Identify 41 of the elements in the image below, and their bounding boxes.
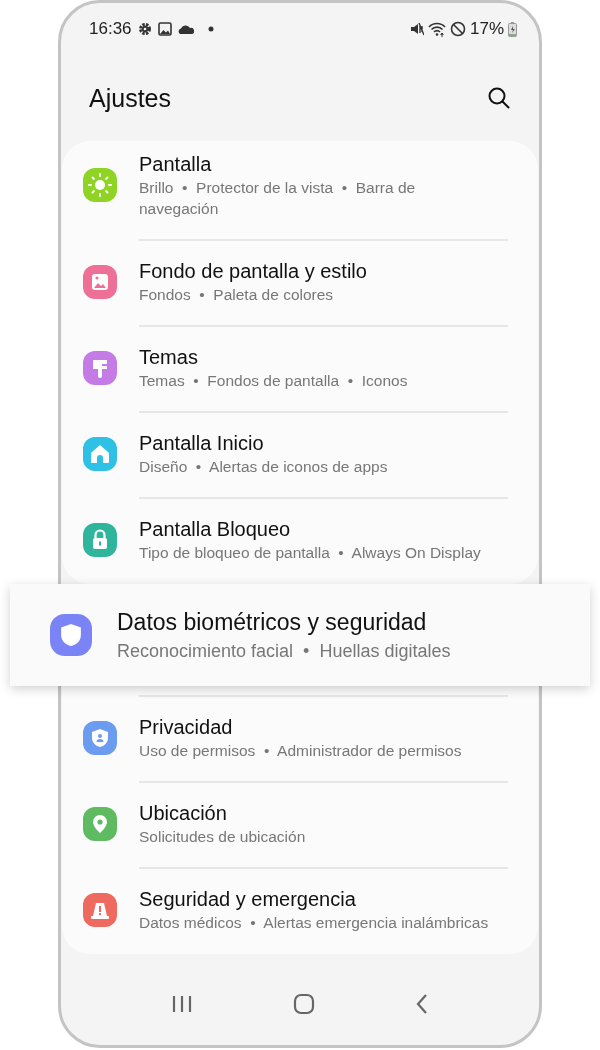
settings-item[interactable]: Pantalla Bloqueo Tipo de bloqueo de pantalla • Always On Display [62, 498, 538, 584]
settings-item[interactable]: Ubicación Solicitudes de ubicación [62, 782, 538, 868]
settings-item[interactable]: Seguridad y emergencia Datos médicos • Alertas emergencia inalámbricas [62, 868, 538, 954]
item-title: Seguridad y emergencia [139, 887, 357, 912]
highlighted-settings-item[interactable]: Datos biométricos y seguridad Reconocimiento facial • Huellas digitales [10, 584, 590, 686]
item-title: Datos biométricos y seguridad [117, 607, 428, 637]
wifi-icon [427, 21, 446, 37]
dot-icon [207, 26, 214, 32]
item-subtitle: Reconocimiento facial • Huellas digitales [117, 639, 451, 663]
back-icon[interactable] [415, 993, 429, 1015]
settings-item[interactable]: Temas Temas • Fondos de pantalla • Iconos [62, 326, 538, 412]
do-not-disturb-icon [449, 21, 466, 37]
item-title: Privacidad [139, 715, 234, 740]
item-subtitle: Uso de permisos • Administrador de permisos [139, 741, 463, 761]
settings-item[interactable]: Fondo de pantalla y estilo Fondos • Paleta de colores [62, 240, 538, 326]
item-title: Temas [139, 345, 199, 370]
item-subtitle: Temas • Fondos de pantalla • Iconos [139, 371, 409, 391]
item-subtitle: Fondos • Paleta de colores [139, 285, 335, 305]
image-icon [157, 22, 172, 36]
status-time: 16:36 [89, 19, 132, 39]
item-subtitle: Brillo • Protector de la vista • Barra de navegación [139, 178, 417, 219]
item-title: Pantalla [139, 152, 213, 177]
settings-item[interactable]: Privacidad Uso de permisos • Administrador de permisos [62, 696, 538, 782]
item-subtitle: Diseño • Alertas de iconos de apps [139, 457, 389, 477]
settings-item[interactable]: Pantalla Brillo • Protector de la vista • Barra de navegación [62, 141, 538, 240]
battery-percent: 17% [469, 19, 504, 39]
item-title: Ubicación [139, 801, 228, 826]
settings-item[interactable]: Pantalla Inicio Diseño • Alertas de iconos de apps [62, 412, 538, 498]
mute-icon [409, 22, 424, 36]
cloud-icon [177, 24, 194, 34]
item-subtitle: Solicitudes de ubicación [139, 827, 307, 847]
home-icon[interactable] [293, 993, 315, 1015]
item-title: Fondo de pantalla y estilo [139, 259, 368, 284]
battery-icon [508, 21, 517, 37]
recent-apps-icon[interactable] [171, 994, 193, 1014]
page-title: Ajustes [89, 83, 171, 113]
item-title: Pantalla Inicio [139, 431, 265, 456]
item-title: Pantalla Bloqueo [139, 517, 292, 542]
item-subtitle: Datos médicos • Alertas emergencia inalámbricas [139, 913, 490, 933]
search-icon[interactable] [487, 86, 511, 110]
item-subtitle: Tipo de bloqueo de pantalla • Always On Display [139, 543, 482, 563]
